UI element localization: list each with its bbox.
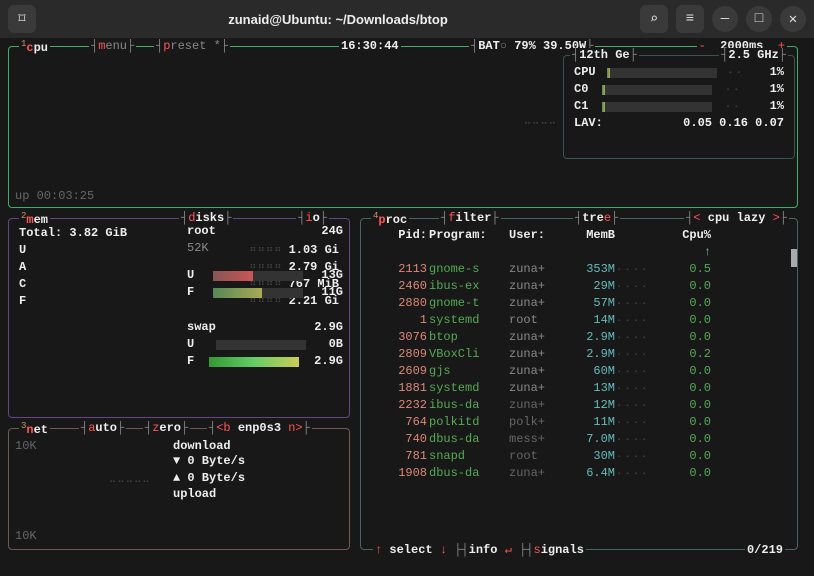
proc-footer: ↑ select ↓ ├┤info ↵ ├┤signals [373, 542, 586, 557]
hamburger-icon[interactable]: ≡ [676, 5, 704, 33]
filter-button[interactable]: ┤filter├ [439, 211, 501, 225]
load-average: LAV: 0.05 0.16 0.07 [574, 115, 784, 132]
search-icon[interactable]: ⌕ [640, 5, 668, 33]
down-arrow-icon: ▼ [173, 454, 180, 468]
uptime: up 00:03:25 [15, 189, 94, 203]
proc-row[interactable]: 2460ibus-exzuna+29M⠄⠄⠄⠄0.0 [379, 278, 785, 295]
proc-row[interactable]: 2113gnome-szuna+353M⠄⠄⠄⠄0.5 [379, 261, 785, 278]
proc-row[interactable]: 1908dbus-dazuna+6.4M⠄⠄⠄⠄0.0 [379, 465, 785, 482]
proc-title: 4proc [371, 211, 409, 227]
proc-row[interactable]: 3076btopzuna+2.9M⠄⠄⠄⠄0.0 [379, 329, 785, 346]
info-button[interactable]: info [469, 543, 498, 557]
scrollbar[interactable] [791, 249, 797, 267]
proc-position: 0/219 [745, 543, 785, 557]
tree-button[interactable]: ┤tree├ [573, 211, 620, 225]
terminal-icon[interactable]: ⌑ [8, 5, 36, 33]
mem-title: 2mem [19, 211, 50, 227]
sort-control[interactable]: ┤< cpu lazy >├ [684, 211, 789, 225]
proc-row[interactable]: 740dbus-damess+7.0M⠄⠄⠄⠄0.0 [379, 431, 785, 448]
mem-panel: 2mem ┤disks├ ┤io├ Total: 3.82 GiB U⠶⠶⠶⠶1… [8, 218, 350, 418]
root-disk: root24G [187, 223, 343, 240]
net-title: 3net [19, 421, 50, 437]
cpu-stats: ┤12th Ge├ ┤2.5 GHz├ CPU⠄⠄1%C0⠄⠄1%C1⠄⠄1% … [563, 55, 795, 159]
proc-row[interactable]: 781snapdroot30M⠄⠄⠄⠄0.0 [379, 448, 785, 465]
window-title: zunaid@Ubuntu: ~/Downloads/btop [44, 12, 632, 27]
proc-row[interactable]: 764polkitdpolk+11M⠄⠄⠄⠄0.0 [379, 414, 785, 431]
close-icon[interactable]: ✕ [780, 6, 806, 32]
maximize-icon[interactable]: □ [746, 6, 772, 32]
proc-row[interactable]: 1881systemdzuna+13M⠄⠄⠄⠄0.0 [379, 380, 785, 397]
proc-headers[interactable]: Pid: Program: User: MemB Cpu% ↑ [379, 227, 785, 261]
auto-button[interactable]: ┤auto├ [79, 421, 126, 435]
swap-row: F 2.9G [187, 353, 343, 370]
proc-row[interactable]: 2232ibus-dazuna+12M⠄⠄⠄⠄0.0 [379, 397, 785, 414]
signals-button[interactable]: ignals [541, 543, 584, 557]
net-rates: download ▼ 0 Byte/s ▲ 0 Byte/s upload [173, 439, 343, 501]
disk-row: U 13G [187, 267, 343, 284]
zero-button[interactable]: ┤zero├ [143, 421, 190, 435]
clock: 16:30:44 [339, 39, 401, 53]
cpu-core-row: CPU⠄⠄1% [574, 64, 784, 81]
minimize-icon[interactable]: — [712, 6, 738, 32]
swap-row: U 0B [187, 336, 343, 353]
proc-row[interactable]: 1systemdroot14M⠄⠄⠄⠄0.0 [379, 312, 785, 329]
up-arrow-icon: ▲ [173, 471, 180, 485]
titlebar: ⌑ zunaid@Ubuntu: ~/Downloads/btop ⌕ ≡ — … [0, 0, 814, 38]
proc-panel: 4proc ┤filter├ ┤tree├ ┤< cpu lazy >├ Pid… [360, 218, 798, 550]
cpu-title: 1cpu [19, 39, 50, 55]
net-panel: 3net ┤auto├ ┤zero├ ┤<b enp0s3 n>├ 10K ⠤⠤… [8, 428, 350, 550]
preset-button[interactable]: ┤ppreset *reset *├ [154, 39, 230, 53]
menu-button[interactable]: ┤menu├ [89, 39, 136, 53]
proc-row[interactable]: 2809VBoxClizuna+2.9M⠄⠄⠄⠄0.2 [379, 346, 785, 363]
swap-label: swap2.9G [187, 319, 343, 336]
cpu-panel: 1cpu ┤menu├ ┤ppreset *reset *├ 16:30:44 … [8, 46, 798, 208]
proc-row[interactable]: 2880gnome-tzuna+57M⠄⠄⠄⠄0.0 [379, 295, 785, 312]
interface-selector[interactable]: ┤<b enp0s3 n>├ [207, 421, 312, 435]
cpu-core-row: C1⠄⠄1% [574, 98, 784, 115]
proc-row[interactable]: 2609gjszuna+60M⠄⠄⠄⠄0.0 [379, 363, 785, 380]
disk-row: F 11G [187, 284, 343, 301]
cpu-core-row: C0⠄⠄1% [574, 81, 784, 98]
select-button[interactable]: select [389, 543, 432, 557]
battery-icon: ○ [500, 39, 507, 53]
